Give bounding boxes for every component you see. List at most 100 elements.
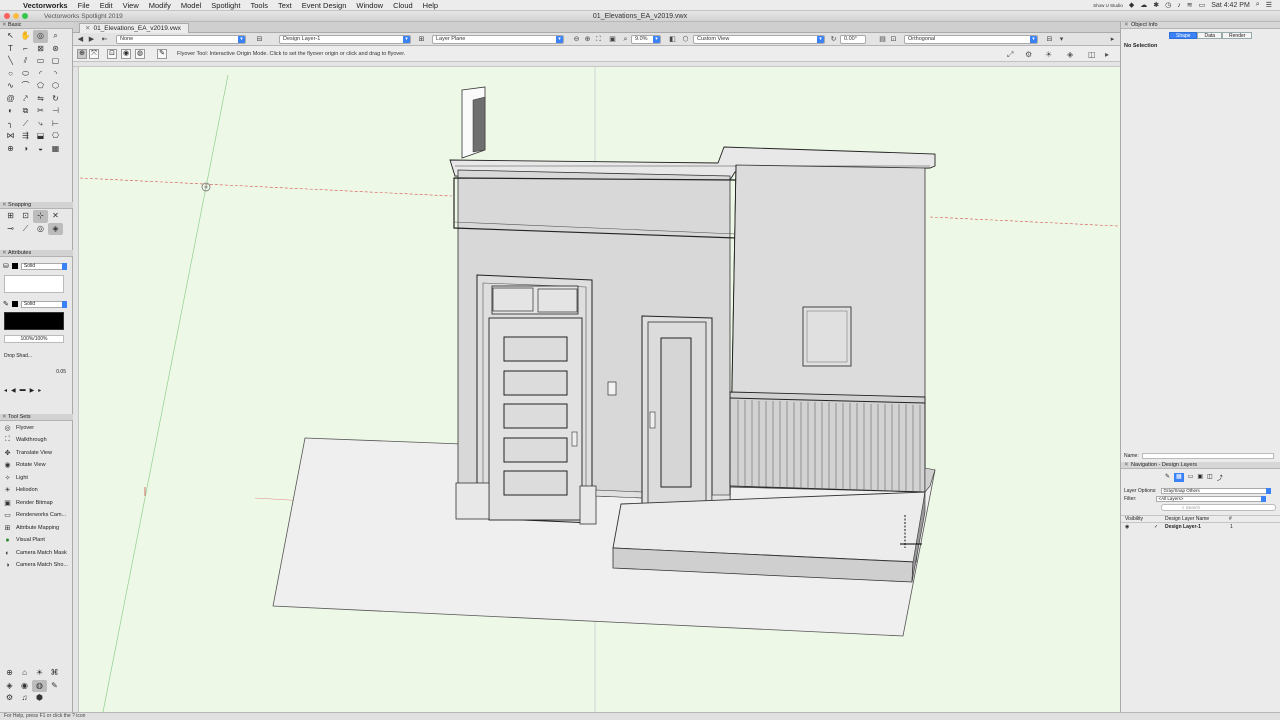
line-tool-icon[interactable]: ╲ <box>3 55 18 68</box>
time-machine-icon[interactable]: ◷ <box>1165 1 1171 9</box>
clip-tool-icon[interactable]: ✂ <box>33 105 48 118</box>
toolset-rigging-icon[interactable]: ⚙ <box>2 692 17 705</box>
freehand-tool-icon[interactable]: ∿ <box>3 80 18 93</box>
active-class-select[interactable]: None ▾ <box>116 35 246 44</box>
tab-render[interactable]: Render <box>1222 32 1253 39</box>
toolset-site-icon[interactable]: ◈ <box>2 680 17 693</box>
flyover-preferences-button[interactable]: ✎ <box>157 49 167 59</box>
connect-combine-tool-icon[interactable]: ⤷ <box>33 118 48 131</box>
toolset-event-icon[interactable]: ✎ <box>47 680 62 693</box>
filter-select[interactable]: <All Layers> <box>1155 496 1266 502</box>
nav-viewports-icon[interactable]: ▣ <box>1197 473 1203 482</box>
end-marker-icon[interactable]: ▶ <box>30 387 35 397</box>
object-mode-button[interactable]: ◍ <box>135 49 145 59</box>
layer-visibility-icon[interactable]: ⊞ <box>417 35 426 44</box>
polygon-tool-icon[interactable]: ⬠ <box>33 80 48 93</box>
spotlight-search-icon[interactable]: ⌕ <box>1256 1 1260 9</box>
symbol-tool-icon[interactable]: ⊛ <box>48 43 63 56</box>
menu-modify[interactable]: Modify <box>144 1 176 10</box>
render-settings-icon[interactable]: ⚙ <box>1025 50 1032 59</box>
tool-flyover[interactable]: ◎ Flyover <box>3 422 69 434</box>
wifi-icon[interactable]: ≋ <box>1187 1 1193 9</box>
chamfer-tool-icon[interactable]: ⟋ <box>18 118 33 131</box>
render-preview-icon[interactable]: ▸ <box>1105 50 1109 59</box>
standard-view-icon[interactable]: ◧ <box>668 35 677 44</box>
polyline-tool-icon[interactable]: ⌒ <box>18 80 33 93</box>
reshape-tool-icon[interactable]: ⋈ <box>3 130 18 143</box>
zoom-icon[interactable]: ⌕ <box>621 35 630 44</box>
menu-edit[interactable]: Edit <box>95 1 118 10</box>
zoom-field[interactable]: 9.0% ▾ <box>631 35 661 44</box>
close-palette-icon[interactable]: ✕ <box>1124 462 1129 469</box>
mirror-tool-icon[interactable]: ⇋ <box>33 93 48 106</box>
toolset-audio-icon[interactable]: ♫ <box>17 692 32 705</box>
layer-options-select[interactable]: Gray/Snap Others <box>1160 488 1271 494</box>
view-select[interactable]: Custom View ▾ <box>693 35 825 44</box>
toolset-lighting-icon[interactable]: ◉ <box>17 680 32 693</box>
tab-shape[interactable]: Shape <box>1169 32 1198 39</box>
smart-points-icon[interactable]: ✕ <box>48 210 63 223</box>
projection-select[interactable]: Orthogonal ▾ <box>904 35 1038 44</box>
notification-center-icon[interactable]: ☰ <box>1266 1 1272 9</box>
fit-to-page-icon[interactable]: ▣ <box>608 35 617 44</box>
snap-to-surface-icon[interactable]: ◈ <box>48 222 63 235</box>
name-field[interactable] <box>1141 453 1274 459</box>
menu-tools[interactable]: Tools <box>245 1 273 10</box>
active-layer-select[interactable]: Design Layer-1 ▾ <box>279 35 411 44</box>
eyedropper-tool-icon[interactable]: ⤤ <box>18 93 33 106</box>
drawing-canvas[interactable] <box>73 62 1120 712</box>
menu-window[interactable]: Window <box>351 1 388 10</box>
tool-light[interactable]: ✧ Light <box>3 472 69 484</box>
renderworks-style-icon[interactable]: ◈ <box>1067 50 1073 59</box>
close-palette-icon[interactable]: ✕ <box>2 414 7 421</box>
shell-tool-icon[interactable]: ◒ <box>33 143 48 156</box>
toolset-fixture-icon[interactable]: ⬢ <box>32 692 47 705</box>
tool-render-bitmap[interactable]: ▣ Render Bitmap <box>3 497 69 509</box>
close-palette-icon[interactable]: ✕ <box>2 202 7 209</box>
pan-tool-icon[interactable]: ✋ <box>18 30 33 43</box>
menu-spotlight[interactable]: Spotlight <box>206 1 245 10</box>
rounded-rectangle-tool-icon[interactable]: ▢ <box>48 55 63 68</box>
toolset-visualization-icon[interactable]: ☀ <box>32 667 47 680</box>
nav-saved-views-icon[interactable]: ◫ <box>1207 473 1213 482</box>
saved-views-icon[interactable]: ⊟ <box>1045 35 1054 44</box>
tool-camera-match-shot[interactable]: ◑ Camera Match Sho... <box>3 559 69 571</box>
column-layer-name[interactable]: Design Layer Name <box>1165 516 1209 523</box>
flyover-mode-button[interactable]: ⤧ <box>89 49 99 59</box>
more-view-options-icon[interactable]: ▾ <box>1057 35 1066 44</box>
zoom-tool-icon[interactable]: ⌕ <box>48 30 63 43</box>
fillet-tool-icon[interactable]: ╮ <box>3 118 18 131</box>
menu-app-name[interactable]: Vectorworks <box>18 1 73 10</box>
tool-walkthrough[interactable]: ⛶ Walkthrough <box>3 434 69 446</box>
lighting-icon[interactable]: ☀ <box>1045 50 1052 59</box>
texture-tool-icon[interactable]: ▦ <box>48 143 63 156</box>
line-sample-icon[interactable]: ▬ <box>20 387 26 397</box>
close-tab-icon[interactable]: ✕ <box>85 25 90 32</box>
bluetooth-icon[interactable]: ✱ <box>1153 1 1159 9</box>
arc-tool-icon[interactable]: ◜ <box>33 68 48 81</box>
tab-data[interactable]: Data <box>1197 32 1223 39</box>
flyover-tool-icon[interactable]: ◎ <box>33 30 48 43</box>
flyover-view-icon[interactable]: ⬡ <box>681 35 690 44</box>
nav-classes-icon[interactable]: ✎ <box>1165 473 1170 482</box>
menu-view[interactable]: View <box>118 1 144 10</box>
pen-style-select[interactable]: Solid <box>20 300 68 308</box>
callout-tool-icon[interactable]: ⌐ <box>18 43 33 56</box>
close-palette-icon[interactable]: ✕ <box>1124 22 1129 29</box>
menu-text[interactable]: Text <box>273 1 297 10</box>
interactive-origin-mode-button[interactable]: ⊕ <box>77 49 87 59</box>
oval-tool-icon[interactable]: ⬭ <box>18 68 33 81</box>
column-visibility[interactable]: Visibility <box>1125 516 1143 523</box>
fill-color-swatch[interactable] <box>11 263 18 269</box>
snap-to-grid-icon[interactable]: ⊞ <box>3 210 18 223</box>
snap-to-object-icon[interactable]: ⊡ <box>18 210 33 223</box>
working-plane-select[interactable]: Layer Plane ▾ <box>432 35 564 44</box>
lock-z-axis-mode-button[interactable]: ⊡ <box>107 49 117 59</box>
nav-references-icon[interactable]: ⤴ <box>1217 473 1223 482</box>
move-by-points-tool-icon[interactable]: ⇶ <box>18 130 33 143</box>
menu-file[interactable]: File <box>73 1 95 10</box>
forward-icon[interactable]: ▶ <box>87 35 96 44</box>
toolset-landscape-icon[interactable]: ⌘ <box>47 667 62 680</box>
attribute-mapping-tool-icon[interactable]: ◐ <box>3 105 18 118</box>
dimension-tool-icon[interactable]: ⊠ <box>33 43 48 56</box>
